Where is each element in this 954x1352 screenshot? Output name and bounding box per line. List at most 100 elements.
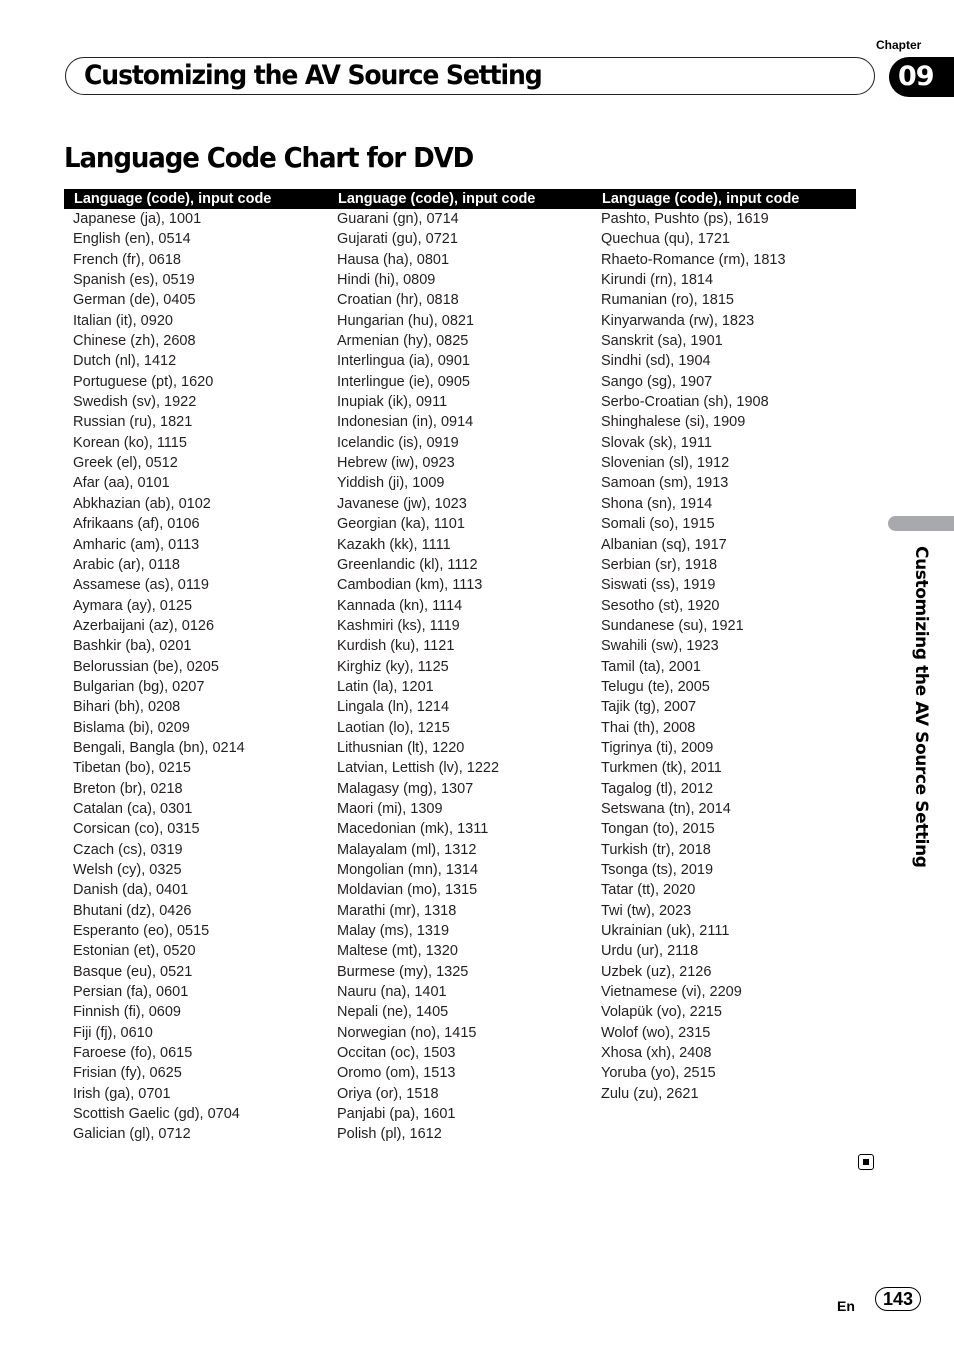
table-row: Occitan (oc), 1503 xyxy=(337,1045,456,1062)
table-row: Azerbaijani (az), 0126 xyxy=(73,617,215,634)
table-row: Slovak (sk), 1911 xyxy=(601,434,712,451)
table-row: Tongan (to), 2015 xyxy=(601,821,715,838)
table-row: Panjabi (pa), 1601 xyxy=(337,1106,456,1123)
table-row: Hindi (hi), 0809 xyxy=(337,272,436,289)
table-row: Greek (el), 0512 xyxy=(73,455,178,472)
table-row: Thai (th), 2008 xyxy=(601,719,696,736)
table-row: Galician (gl), 0712 xyxy=(73,1126,191,1143)
page-number: 143 xyxy=(875,1287,921,1311)
table-row: Breton (br), 0218 xyxy=(73,780,183,797)
page-title: Language Code Chart for DVD xyxy=(64,141,474,174)
table-row: Xhosa (xh), 2408 xyxy=(601,1045,712,1062)
table-row: Sundanese (su), 1921 xyxy=(601,617,744,634)
table-column-1: Language (code), input code Japanese (ja… xyxy=(64,189,328,1145)
table-row: Korean (ko), 1115 xyxy=(73,434,187,451)
table-row: Tagalog (tl), 2012 xyxy=(601,780,714,797)
table-row: Indonesian (in), 0914 xyxy=(337,414,474,431)
table-row: Chinese (zh), 2608 xyxy=(73,333,196,350)
table-row: Javanese (jw), 1023 xyxy=(337,495,467,512)
table-row: Assamese (as), 0119 xyxy=(73,577,209,594)
table-row: Slovenian (sl), 1912 xyxy=(601,455,730,472)
table-row: Urdu (ur), 2118 xyxy=(601,943,699,960)
side-tab-label: Customizing the AV Source Setting xyxy=(911,546,931,868)
table-row: Irish (ga), 0701 xyxy=(73,1085,171,1102)
table-column-3: Language (code), input code Pashto, Push… xyxy=(592,189,856,1104)
table-row: Catalan (ca), 0301 xyxy=(73,800,193,817)
table-row: Turkish (tr), 2018 xyxy=(601,841,711,858)
table-row: Tigrinya (ti), 2009 xyxy=(601,739,714,756)
table-column-2: Language (code), input code Guarani (gn)… xyxy=(328,189,592,1145)
table-row: Marathi (mr), 1318 xyxy=(337,902,457,919)
table-row: Swedish (sv), 1922 xyxy=(73,394,197,411)
table-row: Basque (eu), 0521 xyxy=(73,963,193,980)
table-row: Afar (aa), 0101 xyxy=(73,475,170,492)
table-row: Cambodian (km), 1113 xyxy=(337,577,483,594)
table-row: Bulgarian (bg), 0207 xyxy=(73,678,205,695)
table-row: Telugu (te), 2005 xyxy=(601,678,710,695)
chapter-label: Chapter xyxy=(876,38,922,52)
table-row: Persian (fa), 0601 xyxy=(73,984,189,1001)
table-row: Kashmiri (ks), 1119 xyxy=(337,617,460,634)
table-row: Scottish Gaelic (gd), 0704 xyxy=(73,1106,240,1123)
table-row: Czach (cs), 0319 xyxy=(73,841,183,858)
column-rows: Japanese (ja), 1001 English (en), 0514 Fre… xyxy=(64,209,328,1145)
table-row: Nauru (na), 1401 xyxy=(337,984,447,1001)
table-row: Interlingua (ia), 0901 xyxy=(337,353,470,370)
table-row: Kirghiz (ky), 1125 xyxy=(337,658,449,675)
table-row: Dutch (nl), 1412 xyxy=(73,353,177,370)
section-title: Customizing the AV Source Setting xyxy=(84,60,543,91)
table-row: Serbo-Croatian (sh), 1908 xyxy=(601,394,769,411)
table-row: Fiji (fj), 0610 xyxy=(73,1024,153,1041)
table-row: Georgian (ka), 1101 xyxy=(337,516,465,533)
table-row: Latvian, Lettish (lv), 1222 xyxy=(337,760,500,777)
table-row: Vietnamese (vi), 2209 xyxy=(601,984,742,1001)
table-row: Tibetan (bo), 0215 xyxy=(73,760,191,777)
table-row: Tajik (tg), 2007 xyxy=(601,699,697,716)
table-row: Japanese (ja), 1001 xyxy=(73,211,202,227)
table-row: Zulu (zu), 2621 xyxy=(601,1085,699,1102)
table-row: Abkhazian (ab), 0102 xyxy=(73,495,211,512)
table-row: Siswati (ss), 1919 xyxy=(601,577,716,594)
column-rows: Guarani (gn), 0714 Gujarati (gu), 0721 Hau… xyxy=(328,209,592,1145)
table-row: Volapük (vo), 2215 xyxy=(601,1004,722,1021)
table-row: Turkmen (tk), 2011 xyxy=(601,760,722,777)
table-row: Malay (ms), 1319 xyxy=(337,923,450,940)
table-row: Lingala (ln), 1214 xyxy=(337,699,450,716)
table-row: Greenlandic (kl), 1112 xyxy=(337,556,478,573)
table-row: Aymara (ay), 0125 xyxy=(73,597,193,614)
column-header: Language (code), input code xyxy=(602,191,800,207)
table-row: Russian (ru), 1821 xyxy=(73,414,193,431)
table-row: English (en), 0514 xyxy=(73,231,191,248)
table-row: Shinghalese (si), 1909 xyxy=(601,414,746,431)
table-row: Pashto, Pushto (ps), 1619 xyxy=(601,211,769,227)
table-row: Polish (pl), 1612 xyxy=(337,1126,442,1143)
table-row: Latin (la), 1201 xyxy=(337,678,434,695)
table-row: Kirundi (rn), 1814 xyxy=(601,272,714,289)
table-row: Inupiak (ik), 0911 xyxy=(337,394,448,411)
table-row: Guarani (gn), 0714 xyxy=(337,211,459,227)
end-of-section-icon xyxy=(858,1154,874,1170)
column-header: Language (code), input code xyxy=(338,191,536,207)
table-row: Oriya (or), 1518 xyxy=(337,1085,439,1102)
table-row: Malayalam (ml), 1312 xyxy=(337,841,477,858)
table-row: Bashkir (ba), 0201 xyxy=(73,638,192,655)
table-row: Somali (so), 1915 xyxy=(601,516,715,533)
table-row: Setswana (tn), 2014 xyxy=(601,800,731,817)
table-row: Bhutani (dz), 0426 xyxy=(73,902,192,919)
table-row: Norwegian (no), 1415 xyxy=(337,1024,477,1041)
table-row: Bengali, Bangla (bn), 0214 xyxy=(73,739,245,756)
table-row: Nepali (ne), 1405 xyxy=(337,1004,449,1021)
table-row: Tatar (tt), 2020 xyxy=(601,882,696,899)
table-row: Albanian (sq), 1917 xyxy=(601,536,727,553)
table-row: Laotian (lo), 1215 xyxy=(337,719,450,736)
table-row: Hebrew (iw), 0923 xyxy=(337,455,455,472)
table-row: Ukrainian (uk), 2111 xyxy=(601,923,730,940)
table-row: Afrikaans (af), 0106 xyxy=(73,516,200,533)
table-row: Esperanto (eo), 0515 xyxy=(73,923,210,940)
table-row: Burmese (my), 1325 xyxy=(337,963,469,980)
table-row: Oromo (om), 1513 xyxy=(337,1065,456,1082)
table-row: Sanskrit (sa), 1901 xyxy=(601,333,723,350)
table-row: Amharic (am), 0113 xyxy=(73,536,200,553)
column-header: Language (code), input code xyxy=(74,191,272,207)
table-row: Bislama (bi), 0209 xyxy=(73,719,190,736)
